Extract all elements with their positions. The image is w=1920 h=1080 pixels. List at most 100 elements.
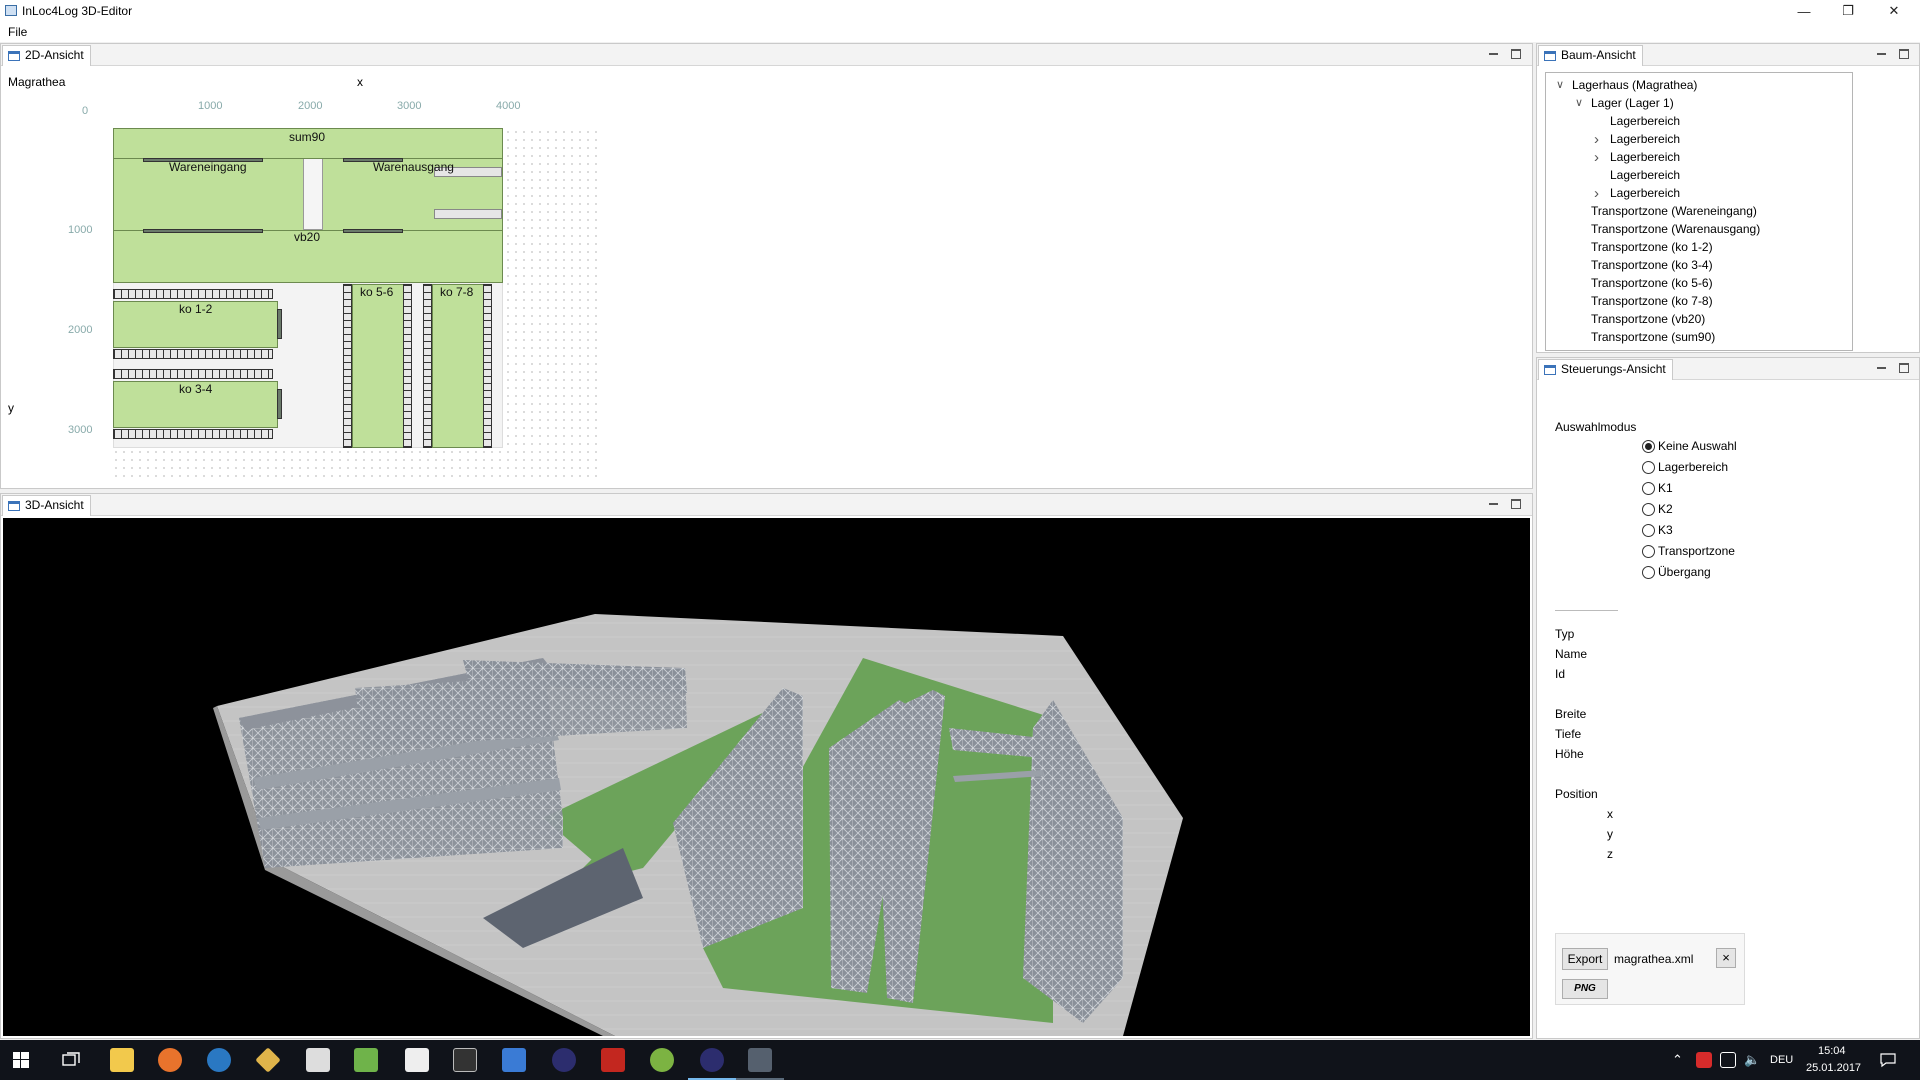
terminal-icon[interactable] [453, 1048, 477, 1072]
zone-label-ko-3-4: ko 3-4 [179, 382, 213, 396]
selection-mode-option[interactable]: Transportzone [1642, 543, 1762, 561]
x-tick: 2000 [298, 100, 323, 112]
restore-window-button[interactable]: ❐ [1826, 0, 1870, 22]
tab-2d-view[interactable]: 2D-Ansicht [2, 45, 91, 66]
network-icon[interactable] [1720, 1052, 1736, 1068]
radio-button[interactable] [1642, 482, 1655, 495]
filezilla-icon[interactable] [601, 1048, 625, 1072]
maximize-icon[interactable] [1511, 49, 1521, 59]
tree-item[interactable]: Transportzone (sum90) [1546, 329, 1852, 347]
calculator-icon[interactable] [306, 1048, 330, 1072]
png-button[interactable]: PNG [1562, 979, 1608, 999]
tree-item-label: Transportzone (vb20) [1591, 312, 1706, 326]
menu-file[interactable]: File [8, 25, 27, 39]
maximize-icon[interactable] [1899, 49, 1909, 59]
eclipse-icon[interactable] [552, 1048, 576, 1072]
rack[interactable] [113, 349, 273, 359]
tree-item[interactable]: Transportzone (vb20) [1546, 311, 1852, 329]
tree-item[interactable]: Transportzone (Wareneingang) [1546, 203, 1852, 221]
maximize-icon[interactable] [1899, 363, 1909, 373]
zone-ko-7-8[interactable] [432, 284, 484, 448]
minimize-icon[interactable] [1488, 48, 1500, 60]
rack[interactable] [403, 284, 412, 448]
export-filename: magrathea.xml [1614, 952, 1694, 966]
3d-viewport[interactable] [3, 518, 1530, 1036]
rack[interactable] [423, 284, 432, 448]
selection-mode-option[interactable]: K1 [1642, 480, 1762, 498]
radio-button[interactable] [1642, 566, 1655, 579]
tree-item[interactable]: ∨ Lagerhaus (Magrathea) [1546, 77, 1852, 95]
tree-item[interactable]: › Lagerbereich [1546, 149, 1852, 167]
chevron-down-icon[interactable]: ∨ [1556, 78, 1564, 91]
tree-item-label: Lagerbereich [1610, 168, 1681, 182]
export-button[interactable]: Export [1562, 948, 1608, 970]
selection-mode-option[interactable]: Keine Auswahl [1642, 438, 1762, 456]
document-icon[interactable] [405, 1048, 429, 1072]
volume-icon[interactable]: 🔈 [1744, 1052, 1760, 1068]
prop-z: z [1607, 847, 1613, 861]
prop-typ: Typ [1555, 627, 1575, 641]
chevron-right-icon[interactable]: › [1594, 149, 1599, 166]
tree-item[interactable]: Lagerbereich [1546, 113, 1852, 131]
radio-button[interactable] [1642, 461, 1655, 474]
minimize-icon[interactable] [1876, 48, 1888, 60]
selection-mode-option[interactable]: K3 [1642, 522, 1762, 540]
minimize-icon[interactable] [1488, 498, 1500, 510]
rack[interactable] [113, 369, 273, 379]
selection-mode-option[interactable]: Lagerbereich [1642, 459, 1762, 477]
clock-time[interactable]: 15:04 [1818, 1045, 1846, 1057]
tree-item[interactable]: Transportzone (ko 5-6) [1546, 275, 1852, 293]
tree-item[interactable]: Transportzone (ko 7-8) [1546, 293, 1852, 311]
rack[interactable] [483, 284, 492, 448]
selection-mode-option[interactable]: K2 [1642, 501, 1762, 519]
tab-3d-view[interactable]: 3D-Ansicht [2, 495, 91, 516]
firefox-icon[interactable] [158, 1048, 182, 1072]
spreadsheet-icon[interactable] [354, 1048, 378, 1072]
zone-ko-5-6[interactable] [352, 284, 404, 448]
tree-item[interactable]: Lagerbereich [1546, 167, 1852, 185]
zone-label-ko-7-8: ko 7-8 [440, 285, 474, 299]
selection-mode-option[interactable]: Übergang [1642, 564, 1762, 582]
zone-label-ko-5-6: ko 5-6 [360, 285, 394, 299]
tree-item[interactable]: › Lagerbereich [1546, 131, 1852, 149]
window-icon[interactable] [502, 1048, 526, 1072]
x-tick: 3000 [397, 100, 422, 112]
maximize-icon[interactable] [1511, 499, 1521, 509]
tray-app-icon[interactable] [1696, 1052, 1712, 1068]
radio-button[interactable] [1642, 545, 1655, 558]
clear-file-button[interactable]: × [1716, 948, 1736, 968]
tree-item[interactable]: Transportzone (ko 1-2) [1546, 239, 1852, 257]
tree-item[interactable]: › Lagerbereich [1546, 185, 1852, 203]
close-window-button[interactable]: ✕ [1872, 0, 1916, 22]
tool-icon[interactable] [255, 1047, 281, 1073]
tree-item[interactable]: Transportzone (ko 3-4) [1546, 257, 1852, 275]
tab-tree-view[interactable]: Baum-Ansicht [1538, 45, 1643, 66]
thunderbird-icon[interactable] [207, 1048, 231, 1072]
tray-chevron-icon[interactable]: ⌃ [1672, 1052, 1683, 1068]
chevron-right-icon[interactable]: › [1594, 185, 1599, 202]
app-icon[interactable] [650, 1048, 674, 1072]
chevron-right-icon[interactable]: › [1594, 131, 1599, 148]
radio-button[interactable] [1642, 524, 1655, 537]
rack[interactable] [113, 289, 273, 299]
language-indicator[interactable]: DEU [1770, 1054, 1793, 1066]
eclipse-icon[interactable] [700, 1048, 724, 1072]
tree-view[interactable]: ∨ Lagerhaus (Magrathea) ∨ Lager (Lager 1) La… [1545, 72, 1853, 351]
tree-item[interactable]: ∨ Lager (Lager 1) [1546, 95, 1852, 113]
minimize-icon[interactable] [1876, 362, 1888, 374]
panel-tree-header: Baum-Ansicht [1537, 44, 1919, 66]
radio-button[interactable] [1642, 503, 1655, 516]
rack[interactable] [343, 284, 352, 448]
minimize-window-button[interactable]: — [1782, 0, 1826, 22]
windows-start-icon[interactable] [13, 1052, 29, 1068]
clock-date[interactable]: 25.01.2017 [1806, 1062, 1861, 1074]
task-view-icon[interactable] [62, 1052, 80, 1068]
tab-control-view[interactable]: Steuerungs-Ansicht [1538, 359, 1673, 380]
java-app-icon[interactable] [748, 1048, 772, 1072]
tree-item[interactable]: Transportzone (Warenausgang) [1546, 221, 1852, 239]
chevron-down-icon[interactable]: ∨ [1575, 96, 1583, 109]
notification-icon[interactable] [1880, 1052, 1896, 1068]
file-explorer-icon[interactable] [110, 1048, 134, 1072]
rack[interactable] [113, 429, 273, 439]
radio-button[interactable] [1642, 440, 1655, 453]
